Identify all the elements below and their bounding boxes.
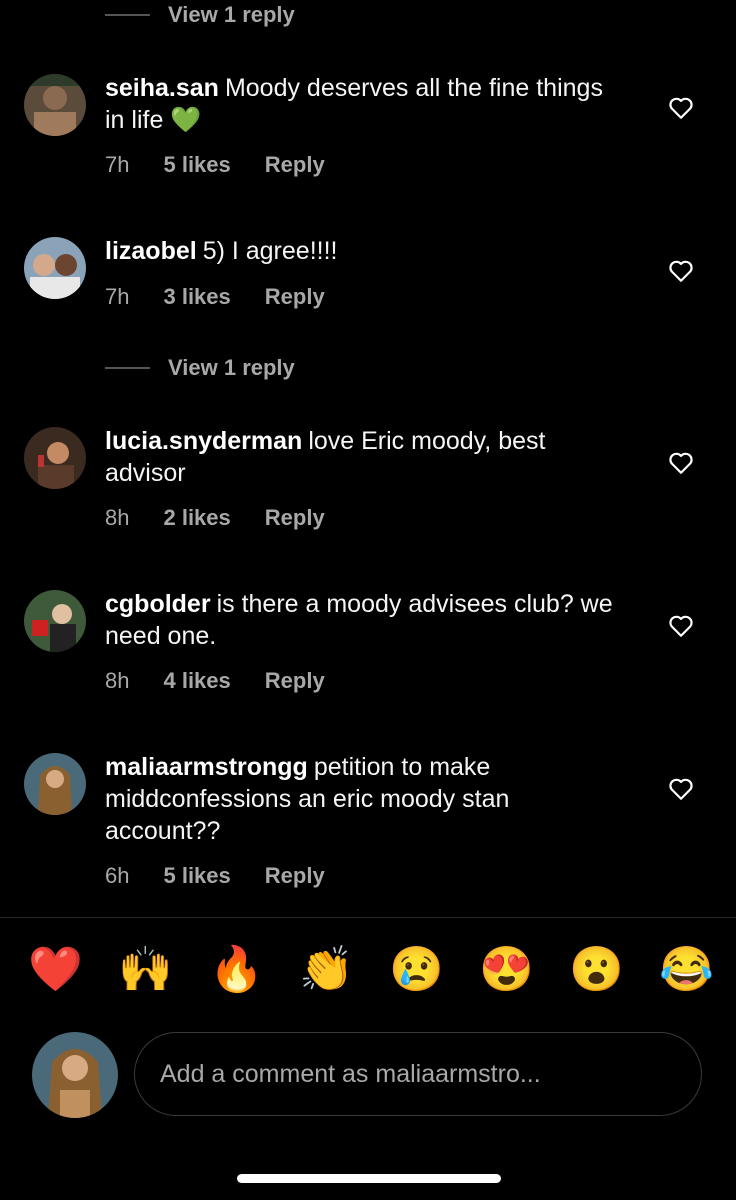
comment-input-placeholder: Add a comment as maliaarmstro... <box>160 1059 541 1088</box>
heart-eyes-emoji[interactable]: 😍 <box>479 945 534 995</box>
comment-input[interactable]: Add a comment as maliaarmstro... <box>134 1032 702 1116</box>
avatar[interactable] <box>24 590 86 652</box>
clapping-hands-emoji[interactable]: 👏 <box>299 945 354 995</box>
avatar[interactable] <box>24 427 86 489</box>
reply-button[interactable]: Reply <box>265 152 325 178</box>
avatar[interactable] <box>24 237 86 299</box>
raising-hands-emoji[interactable]: 🙌 <box>118 945 173 995</box>
comment-time: 8h <box>105 505 130 530</box>
red-heart-emoji[interactable]: ❤️ <box>28 945 83 995</box>
view-replies-link[interactable]: View 1 reply <box>105 353 295 383</box>
comment-body: 5) I agree!!!! <box>202 237 338 265</box>
comment-text: lizaobel 5) I agree!!!! <box>105 235 625 267</box>
crying-face-emoji[interactable]: 😢 <box>389 945 444 995</box>
heart-icon[interactable] <box>668 451 694 475</box>
comment-likes[interactable]: 4 likes <box>163 668 230 694</box>
comment-meta: 7h 5 likes Reply <box>105 152 359 178</box>
comment-text: cgbolder is there a moody advisees club? … <box>105 588 625 652</box>
comment-username[interactable]: lizaobel <box>105 237 197 265</box>
comment-time: 8h <box>105 668 130 693</box>
avatar[interactable] <box>24 74 86 136</box>
heart-icon[interactable] <box>668 614 694 638</box>
reply-button[interactable]: Reply <box>265 284 325 310</box>
comment-meta: 6h 5 likes Reply <box>105 863 359 889</box>
view-replies-link[interactable]: View 1 reply <box>105 0 295 30</box>
laughing-tears-emoji[interactable]: 😂 <box>659 945 714 995</box>
comment-text: lucia.snyderman love Eric moody, best adv… <box>105 425 625 489</box>
comment-username[interactable]: cgbolder <box>105 590 211 618</box>
heart-icon[interactable] <box>668 96 694 120</box>
comment-text: maliaarmstrongg petition to make middconf… <box>105 751 625 847</box>
comment-meta: 7h 3 likes Reply <box>105 284 359 310</box>
reply-button[interactable]: Reply <box>265 863 325 889</box>
comment-username[interactable]: maliaarmstrongg <box>105 753 308 781</box>
fire-emoji[interactable]: 🔥 <box>209 945 264 995</box>
view-replies-label: View 1 reply <box>168 355 295 380</box>
comment-likes[interactable]: 5 likes <box>163 863 230 889</box>
comment-time: 7h <box>105 284 130 309</box>
avatar[interactable] <box>24 753 86 815</box>
surprised-face-emoji[interactable]: 😮 <box>569 945 624 995</box>
comment-text: seiha.san Moody deserves all the fine thi… <box>105 72 625 136</box>
emoji-reaction-bar: ❤️ 🙌 🔥 👏 😢 😍 😮 😂 <box>0 945 736 1001</box>
current-user-avatar <box>32 1032 118 1118</box>
home-indicator[interactable] <box>237 1174 501 1183</box>
heart-icon[interactable] <box>668 777 694 801</box>
comment-username[interactable]: lucia.snyderman <box>105 427 302 455</box>
comment-meta: 8h 2 likes Reply <box>105 505 359 531</box>
reply-divider-line <box>105 367 150 369</box>
comment-meta: 8h 4 likes Reply <box>105 668 359 694</box>
comment-time: 6h <box>105 863 130 888</box>
section-divider <box>0 917 736 918</box>
view-replies-label: View 1 reply <box>168 2 295 27</box>
comment-likes[interactable]: 5 likes <box>163 152 230 178</box>
reply-button[interactable]: Reply <box>265 505 325 531</box>
comment-likes[interactable]: 2 likes <box>163 505 230 531</box>
comment-time: 7h <box>105 152 130 177</box>
reply-divider-line <box>105 14 150 16</box>
comment-username[interactable]: seiha.san <box>105 74 219 102</box>
comment-likes[interactable]: 3 likes <box>163 284 230 310</box>
heart-icon[interactable] <box>668 259 694 283</box>
reply-button[interactable]: Reply <box>265 668 325 694</box>
